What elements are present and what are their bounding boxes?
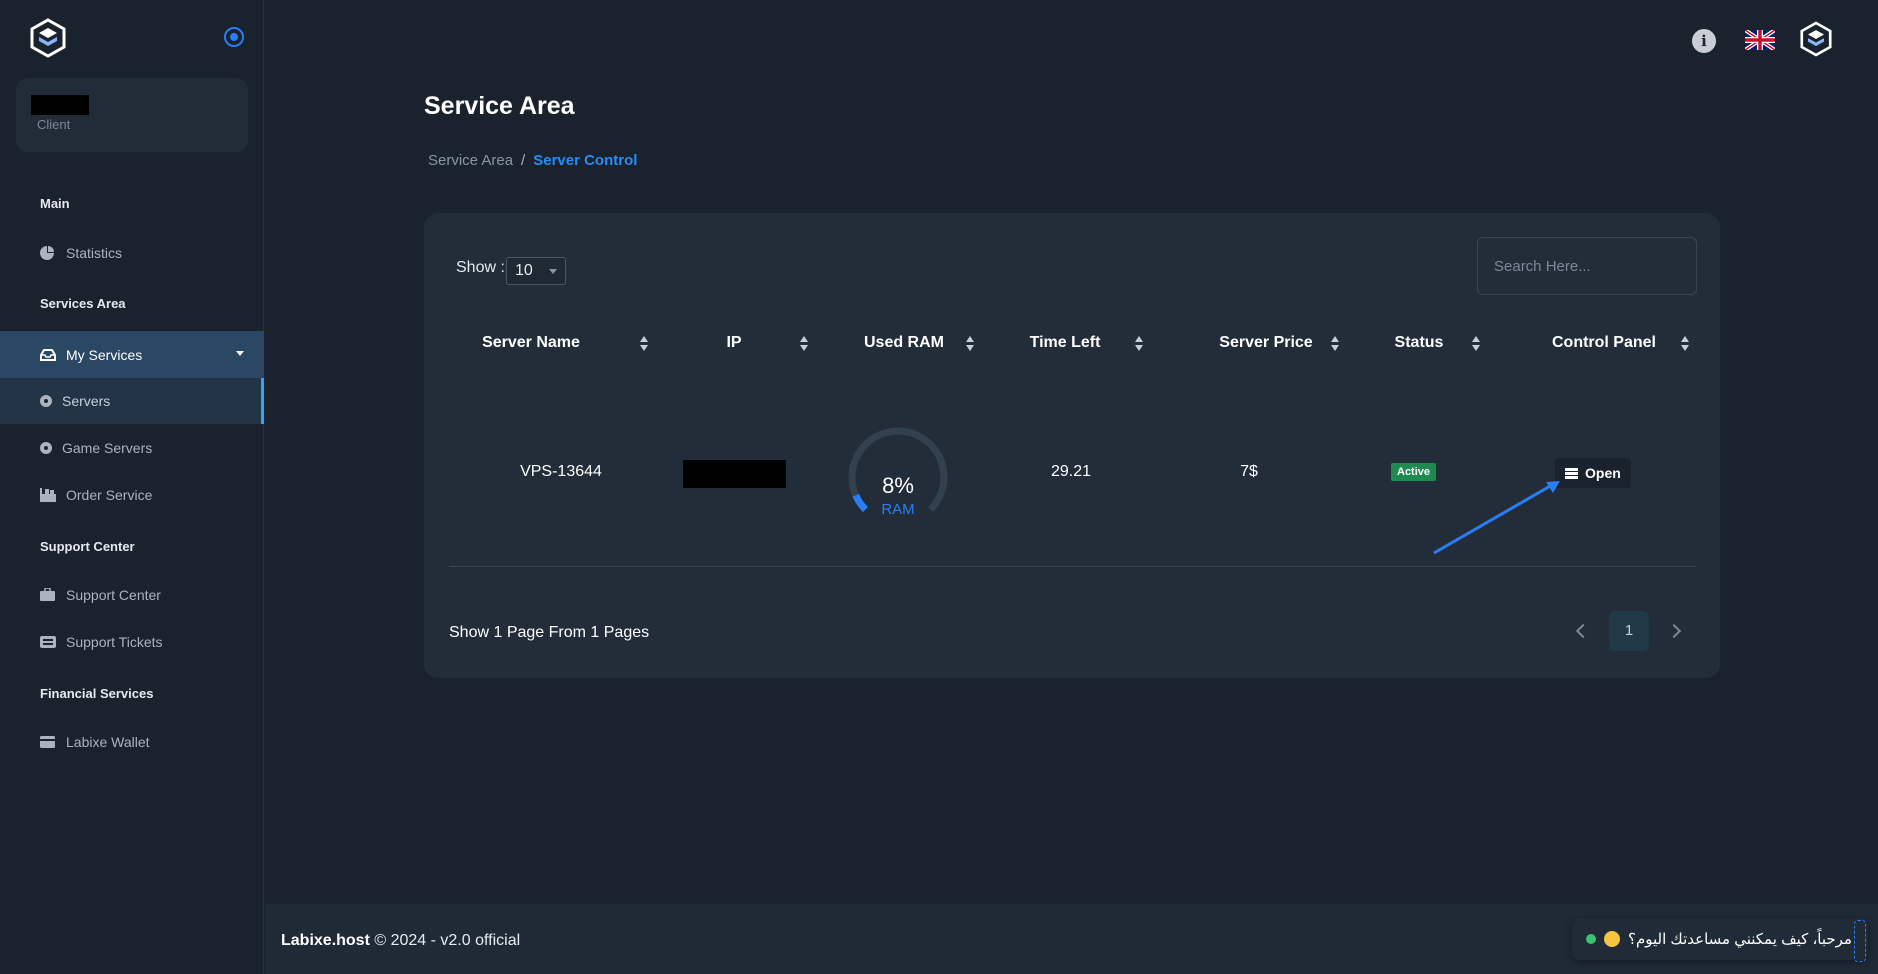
ram-percent: 8%: [882, 473, 914, 498]
page-button-current[interactable]: 1: [1609, 611, 1649, 651]
pagination-info: Show 1 Page From 1 Pages: [449, 624, 650, 641]
breadcrumb-separator: /: [521, 152, 526, 169]
sidebar-item-statistics[interactable]: Statistics: [0, 233, 264, 273]
sort-icon[interactable]: [966, 336, 974, 352]
sidebar: Client Main Statistics Services Area My …: [0, 0, 264, 974]
page-title: Service Area: [424, 92, 575, 120]
sidebar-item-label: My Services: [66, 346, 143, 363]
circle-dot-icon: [40, 442, 52, 454]
wallet-icon: [40, 735, 56, 749]
pie-chart-icon: [40, 246, 56, 260]
footer-copyright: Labixe.host © 2024 - v2.0 official: [281, 932, 520, 950]
chevron-right-icon[interactable]: [1669, 623, 1683, 637]
breadcrumb: Service Area / Server Control: [428, 152, 637, 169]
brand-logo-icon[interactable]: [30, 18, 66, 58]
nav-section-financial: Financial Services: [40, 686, 154, 701]
sort-icon[interactable]: [1135, 336, 1143, 352]
ticket-icon: [40, 635, 56, 649]
circle-dot-icon: [40, 395, 52, 407]
sidebar-item-order-service[interactable]: Order Service: [0, 475, 264, 515]
annotation-arrow: [1433, 481, 1560, 555]
footer-copyright-text: © 2024 - v2.0 official: [369, 932, 521, 949]
breadcrumb-current: Server Control: [533, 152, 638, 169]
ram-label: RAM: [881, 501, 915, 518]
page-size-select[interactable]: 10: [506, 257, 566, 285]
briefcase-icon: [40, 587, 56, 602]
column-header-status[interactable]: Status: [1379, 334, 1459, 352]
inbox-icon: [40, 348, 56, 362]
smile-emoji-icon: [1604, 931, 1620, 947]
sidebar-item-label: Statistics: [66, 245, 123, 261]
sidebar-item-label: Order Service: [66, 487, 153, 503]
info-icon[interactable]: i: [1692, 29, 1716, 53]
open-button-label: Open: [1585, 465, 1621, 481]
redacted-username: [31, 95, 89, 115]
page-size-label: Show :: [456, 259, 505, 276]
sort-icon[interactable]: [640, 336, 648, 352]
chevron-left-icon[interactable]: [1574, 623, 1588, 637]
column-header-server-name[interactable]: Server Name: [476, 334, 586, 352]
uk-flag-icon[interactable]: [1745, 30, 1775, 50]
sidebar-item-support-tickets[interactable]: Support Tickets: [0, 622, 264, 662]
nav-section-services-area: Services Area: [40, 296, 126, 311]
sort-icon[interactable]: [1472, 336, 1480, 352]
profile-avatar-icon[interactable]: [1800, 20, 1832, 58]
sidebar-item-label: Labixe Wallet: [66, 734, 150, 750]
sidebar-item-my-services[interactable]: My Services: [0, 331, 264, 378]
sort-icon[interactable]: [800, 336, 808, 352]
sidebar-item-servers[interactable]: Servers: [0, 378, 264, 424]
cell-time-left: 29.21: [1050, 463, 1092, 480]
nav-section-support-center: Support Center: [40, 539, 135, 554]
cell-server-price: 7$: [1240, 463, 1258, 480]
cell-server-name: VPS-13644: [520, 463, 602, 480]
column-header-server-price[interactable]: Server Price: [1196, 334, 1336, 352]
search-input[interactable]: [1477, 237, 1697, 295]
sidebar-item-wallet[interactable]: Labixe Wallet: [0, 722, 264, 762]
sidebar-item-label: Support Center: [66, 587, 161, 603]
sidebar-item-label: Support Tickets: [66, 634, 163, 650]
redacted-ip: [683, 460, 786, 488]
breadcrumb-parent[interactable]: Service Area: [428, 152, 513, 169]
chat-greeting-text: مرحباً، كيف يمكنني مساعدتك اليوم؟: [1628, 931, 1852, 948]
chat-widget-icon[interactable]: [1854, 920, 1866, 962]
sidebar-item-label: Game Servers: [62, 440, 153, 456]
column-header-time-left[interactable]: Time Left: [1020, 334, 1110, 352]
nav-section-main: Main: [40, 196, 70, 211]
user-card[interactable]: Client: [16, 78, 248, 152]
sidebar-item-game-servers[interactable]: Game Servers: [0, 428, 264, 468]
row-divider: [449, 566, 1696, 567]
chevron-down-icon: [236, 351, 244, 356]
sort-icon[interactable]: [1681, 336, 1689, 352]
sidebar-collapse-icon[interactable]: [224, 27, 244, 47]
column-header-ip[interactable]: IP: [714, 334, 754, 352]
warehouse-icon: [40, 488, 56, 502]
chat-greeting-bubble[interactable]: مرحباً، كيف يمكنني مساعدتك اليوم؟: [1572, 918, 1868, 960]
column-header-control-panel[interactable]: Control Panel: [1534, 334, 1674, 352]
user-role: Client: [37, 117, 71, 132]
column-header-used-ram[interactable]: Used RAM: [854, 334, 954, 352]
sort-icon[interactable]: [1331, 336, 1339, 352]
sidebar-item-label: Servers: [62, 393, 111, 409]
footer-brand[interactable]: Labixe.host: [281, 932, 370, 949]
online-status-icon: [1586, 934, 1596, 944]
servers-table-card: Show : 10 Server Name IP Used RAM Time L…: [424, 213, 1720, 678]
sidebar-item-support-center[interactable]: Support Center: [0, 575, 264, 615]
